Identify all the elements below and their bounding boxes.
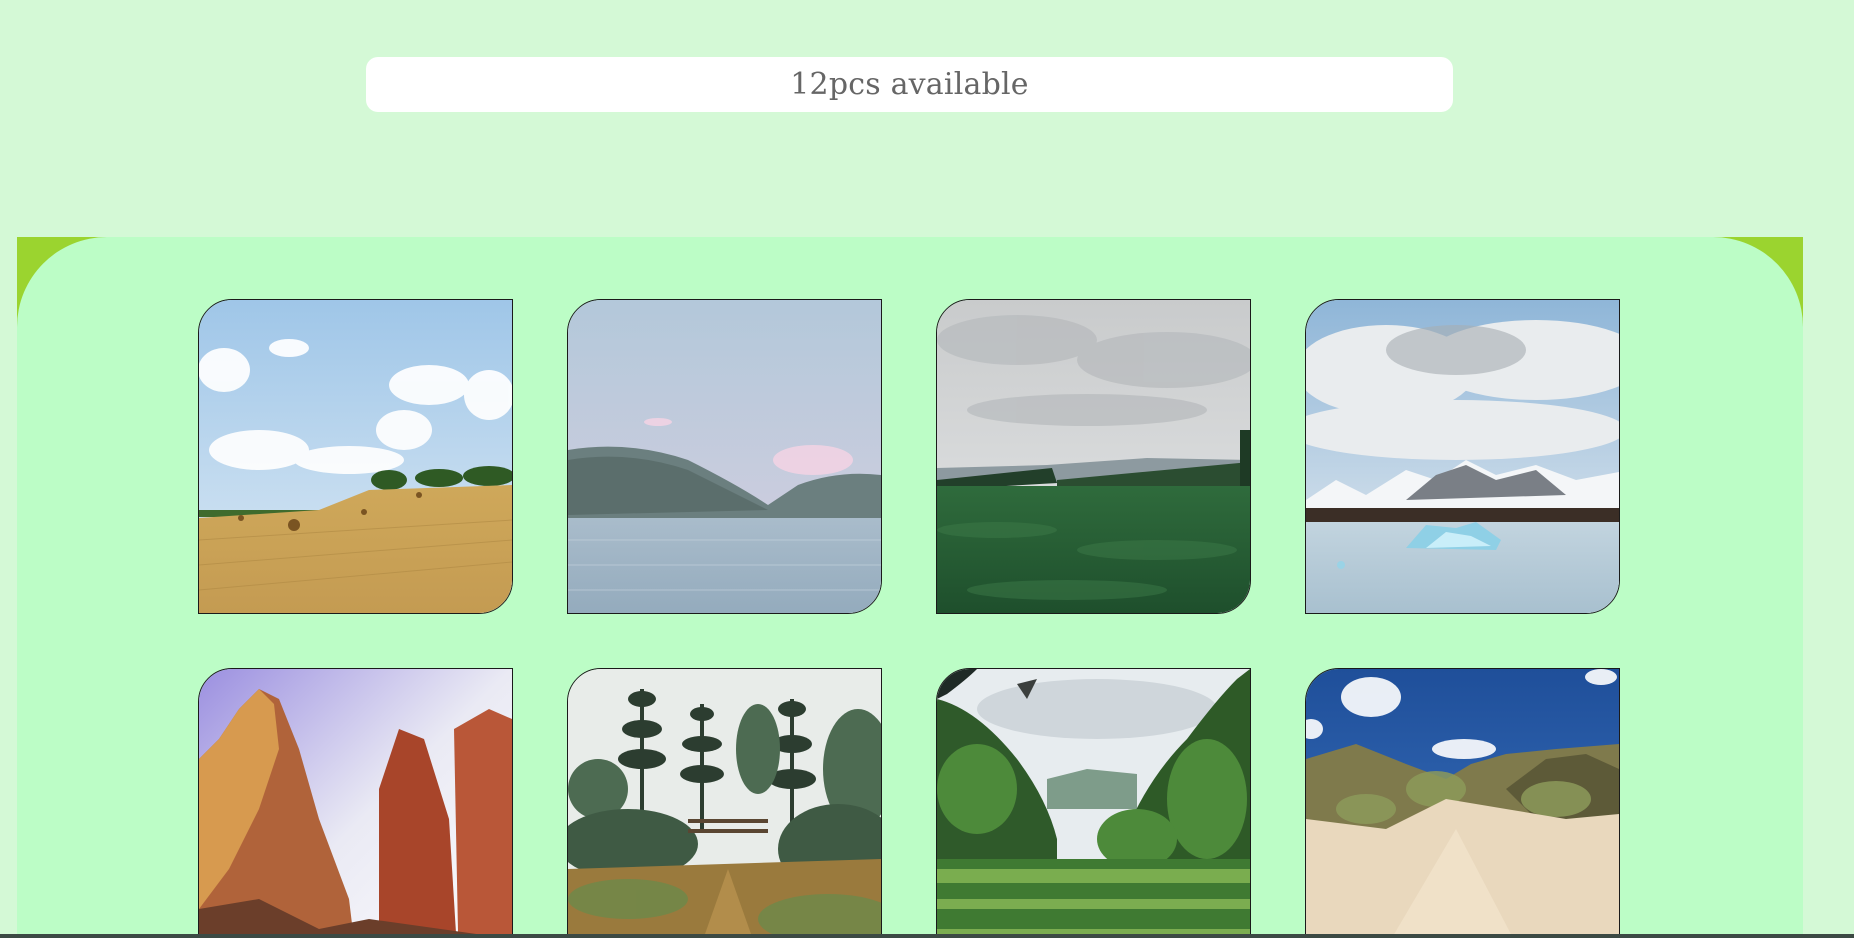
red-rock-canyon-photo <box>199 669 512 938</box>
photo-tile-mountain-lake[interactable] <box>567 299 882 614</box>
bottom-divider <box>0 934 1854 938</box>
gallery-panel <box>17 237 1803 938</box>
photo-tile-red-rock-canyon[interactable] <box>198 668 513 938</box>
photo-tile-green-valley[interactable] <box>936 299 1251 614</box>
photo-grid <box>198 299 1620 938</box>
green-valley-photo <box>937 300 1250 613</box>
availability-banner: 12pcs available <box>366 57 1453 112</box>
garden-trees-photo <box>568 669 881 938</box>
sand-dunes-photo <box>1306 669 1619 938</box>
photo-tile-sand-dunes[interactable] <box>1305 668 1620 938</box>
mountain-lake-photo <box>568 300 881 613</box>
page: 12pcs available <box>0 0 1854 938</box>
wheat-field-photo <box>199 300 512 613</box>
photo-tile-garden-trees[interactable] <box>567 668 882 938</box>
photo-tile-glacier-lagoon[interactable] <box>1305 299 1620 614</box>
photo-tile-jungle-valley[interactable] <box>936 668 1251 938</box>
jungle-valley-photo <box>937 669 1250 938</box>
availability-text: 12pcs available <box>790 67 1029 102</box>
photo-tile-wheat-field[interactable] <box>198 299 513 614</box>
glacier-lagoon-photo <box>1306 300 1619 613</box>
